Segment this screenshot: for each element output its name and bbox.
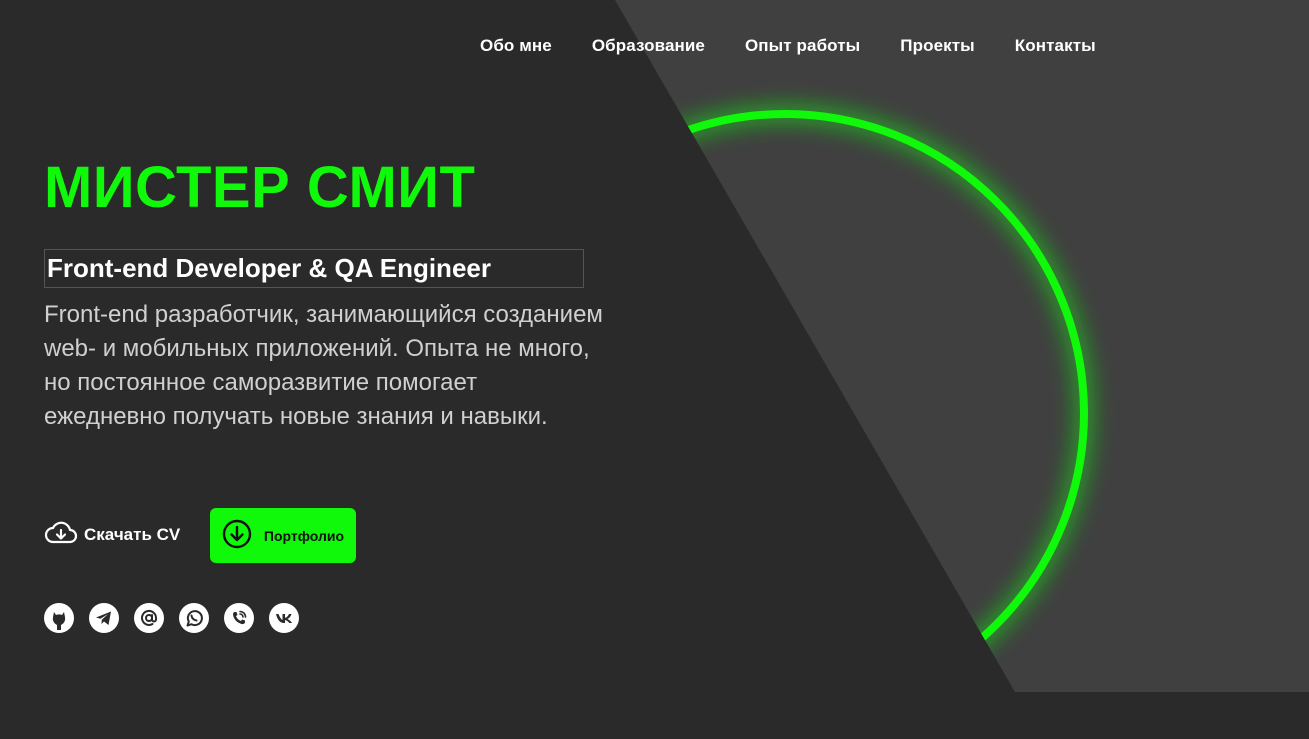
cloud-download-icon [44,520,78,549]
social-links [44,603,299,633]
role-title: Front-end Developer & QA Engineer [44,249,584,288]
main-nav: Обо мне Образование Опыт работы Проекты … [480,36,1096,56]
viber-icon[interactable] [224,603,254,633]
telegram-icon[interactable] [89,603,119,633]
portfolio-button[interactable]: Портфолио [210,508,356,563]
hero-name: МИСТЕР СМИТ [44,155,476,220]
email-icon[interactable] [134,603,164,633]
portfolio-label: Портфолио [263,527,345,544]
hero-description: Front-end разработчик, занимающийся созд… [44,301,603,430]
download-cv-label: Скачать CV [84,524,181,544]
nav-item-about[interactable]: Обо мне [480,36,552,56]
nav-item-contacts[interactable]: Контакты [1015,36,1096,56]
nav-item-experience[interactable]: Опыт работы [745,36,860,56]
nav-item-education[interactable]: Образование [592,36,705,56]
arrow-down-circle-icon [222,519,252,552]
whatsapp-icon[interactable] [179,603,209,633]
vk-icon[interactable] [269,603,299,633]
github-icon[interactable] [44,603,74,633]
nav-item-projects[interactable]: Проекты [900,36,975,56]
download-cv-button[interactable]: Скачать CV [44,520,180,549]
